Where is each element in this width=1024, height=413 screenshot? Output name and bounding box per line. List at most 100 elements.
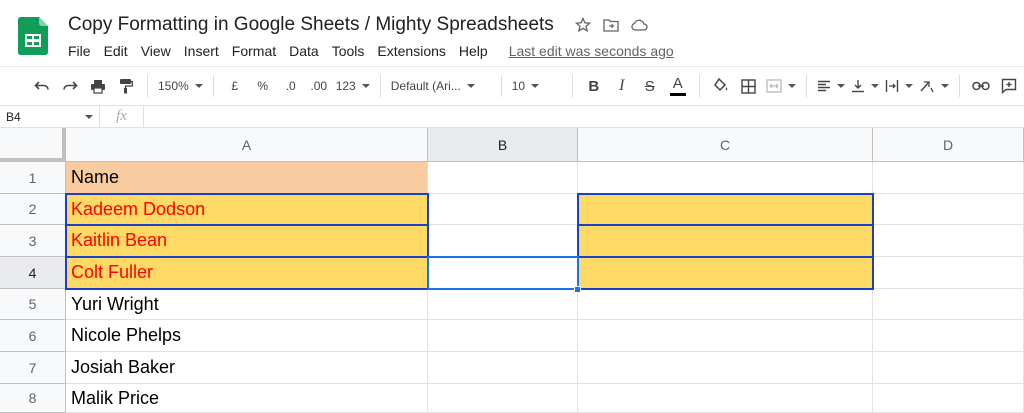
text-color-button[interactable]: A	[667, 73, 689, 99]
font-size-select[interactable]: 10	[512, 73, 562, 99]
cell-c4[interactable]	[578, 257, 873, 289]
fill-handle[interactable]	[574, 286, 581, 293]
cell-d5[interactable]	[873, 289, 1024, 320]
cell-a3[interactable]: Kaitlin Bean	[66, 225, 428, 257]
fx-icon: fx	[100, 105, 144, 128]
cell-c7[interactable]	[578, 352, 873, 384]
row-header-6[interactable]: 6	[0, 320, 66, 352]
column-header-a[interactable]: A	[66, 128, 428, 162]
menu-data[interactable]: Data	[289, 43, 319, 59]
cell-b1[interactable]	[428, 162, 578, 194]
menu-insert[interactable]: Insert	[184, 43, 219, 59]
borders-icon[interactable]	[738, 73, 760, 99]
cell-a1[interactable]: Name	[66, 162, 428, 194]
fill-color-icon[interactable]	[710, 73, 732, 99]
cell-b3[interactable]	[428, 225, 578, 257]
star-icon[interactable]	[574, 16, 592, 34]
last-edit-link[interactable]: Last edit was seconds ago	[509, 43, 674, 59]
cell-d8[interactable]	[873, 384, 1024, 413]
cell-d6[interactable]	[873, 320, 1024, 352]
menu-tools[interactable]: Tools	[332, 43, 365, 59]
column-header-c[interactable]: C	[578, 128, 873, 162]
toolbar-divider	[805, 75, 807, 97]
horizontal-align-icon[interactable]	[817, 73, 845, 99]
increase-decimal-button[interactable]: .00	[308, 73, 330, 99]
text-wrapping-icon[interactable]	[885, 73, 913, 99]
name-box[interactable]: B4	[0, 105, 100, 128]
select-all-corner[interactable]	[0, 128, 66, 162]
paint-format-icon[interactable]	[115, 73, 137, 99]
row-header-2[interactable]: 2	[0, 194, 66, 225]
menu-file[interactable]: File	[68, 43, 91, 59]
move-folder-icon[interactable]	[602, 16, 620, 34]
menu-view[interactable]: View	[141, 43, 171, 59]
cell-b5[interactable]	[428, 289, 578, 320]
cell-d3[interactable]	[873, 225, 1024, 257]
vertical-align-icon[interactable]	[851, 73, 879, 99]
formula-input[interactable]	[144, 106, 1024, 128]
cell-c5[interactable]	[578, 289, 873, 320]
row-header-3[interactable]: 3	[0, 225, 66, 257]
cell-a6[interactable]: Nicole Phelps	[66, 320, 428, 352]
merge-cells-icon[interactable]	[766, 73, 796, 99]
cell-c8[interactable]	[578, 384, 873, 413]
menu-extensions[interactable]: Extensions	[377, 43, 445, 59]
row-header-5[interactable]: 5	[0, 289, 66, 320]
toolbar: 150% £ % .0 .00 123 Default (Ari... 10 B…	[0, 66, 1024, 106]
insert-link-icon[interactable]	[970, 73, 992, 99]
toolbar-divider	[500, 75, 502, 97]
more-formats-select[interactable]: 123	[336, 73, 370, 99]
cell-d2[interactable]	[873, 194, 1024, 225]
cell-b6[interactable]	[428, 320, 578, 352]
cell-b2[interactable]	[428, 194, 578, 225]
toolbar-divider	[698, 75, 700, 97]
cell-a5[interactable]: Yuri Wright	[66, 289, 428, 320]
print-icon[interactable]	[87, 73, 109, 99]
cell-c2[interactable]	[578, 194, 873, 225]
format-currency-button[interactable]: £	[224, 73, 246, 99]
column-header-d[interactable]: D	[873, 128, 1024, 162]
redo-icon[interactable]	[59, 73, 81, 99]
format-percent-button[interactable]: %	[252, 73, 274, 99]
cell-a2[interactable]: Kadeem Dodson	[66, 194, 428, 225]
toolbar-divider	[212, 75, 214, 97]
row-header-1[interactable]: 1	[0, 162, 66, 194]
row-header-7[interactable]: 7	[0, 352, 66, 384]
row-header-4[interactable]: 4	[0, 257, 66, 289]
cloud-status-icon[interactable]	[630, 16, 648, 34]
cell-a4[interactable]: Colt Fuller	[66, 257, 428, 289]
toolbar-divider	[958, 75, 960, 97]
cell-c6[interactable]	[578, 320, 873, 352]
document-title[interactable]: Copy Formatting in Google Sheets / Might…	[68, 14, 554, 36]
cell-d1[interactable]	[873, 162, 1024, 194]
cell-a8[interactable]: Malik Price	[66, 384, 428, 413]
decrease-decimal-button[interactable]: .0	[280, 73, 302, 99]
toolbar-divider	[147, 75, 148, 97]
cell-c1[interactable]	[578, 162, 873, 194]
cell-d7[interactable]	[873, 352, 1024, 384]
app-header: Copy Formatting in Google Sheets / Might…	[0, 0, 1024, 66]
toolbar-divider	[571, 75, 573, 97]
menu-edit[interactable]: Edit	[104, 43, 128, 59]
cell-b4[interactable]	[428, 257, 578, 289]
undo-icon[interactable]	[31, 73, 53, 99]
cell-c3[interactable]	[578, 225, 873, 257]
row-header-8[interactable]: 8	[0, 384, 66, 413]
italic-button[interactable]: I	[611, 73, 633, 99]
bold-button[interactable]: B	[583, 73, 605, 99]
text-rotation-icon[interactable]	[919, 73, 949, 99]
font-family-select[interactable]: Default (Ari...	[391, 73, 491, 99]
strikethrough-button[interactable]: S	[639, 73, 661, 99]
text-color-swatch	[669, 93, 686, 96]
cell-b8[interactable]	[428, 384, 578, 413]
insert-comment-icon[interactable]	[998, 73, 1020, 99]
column-header-b[interactable]: B	[428, 128, 578, 162]
cell-d4[interactable]	[873, 257, 1024, 289]
menu-format[interactable]: Format	[232, 43, 276, 59]
cell-a7[interactable]: Josiah Baker	[66, 352, 428, 384]
menu-bar: File Edit View Insert Format Data Tools …	[68, 41, 674, 61]
menu-help[interactable]: Help	[459, 43, 488, 59]
zoom-select[interactable]: 150%	[158, 73, 203, 99]
sheets-logo-icon[interactable]	[18, 17, 48, 55]
cell-b7[interactable]	[428, 352, 578, 384]
